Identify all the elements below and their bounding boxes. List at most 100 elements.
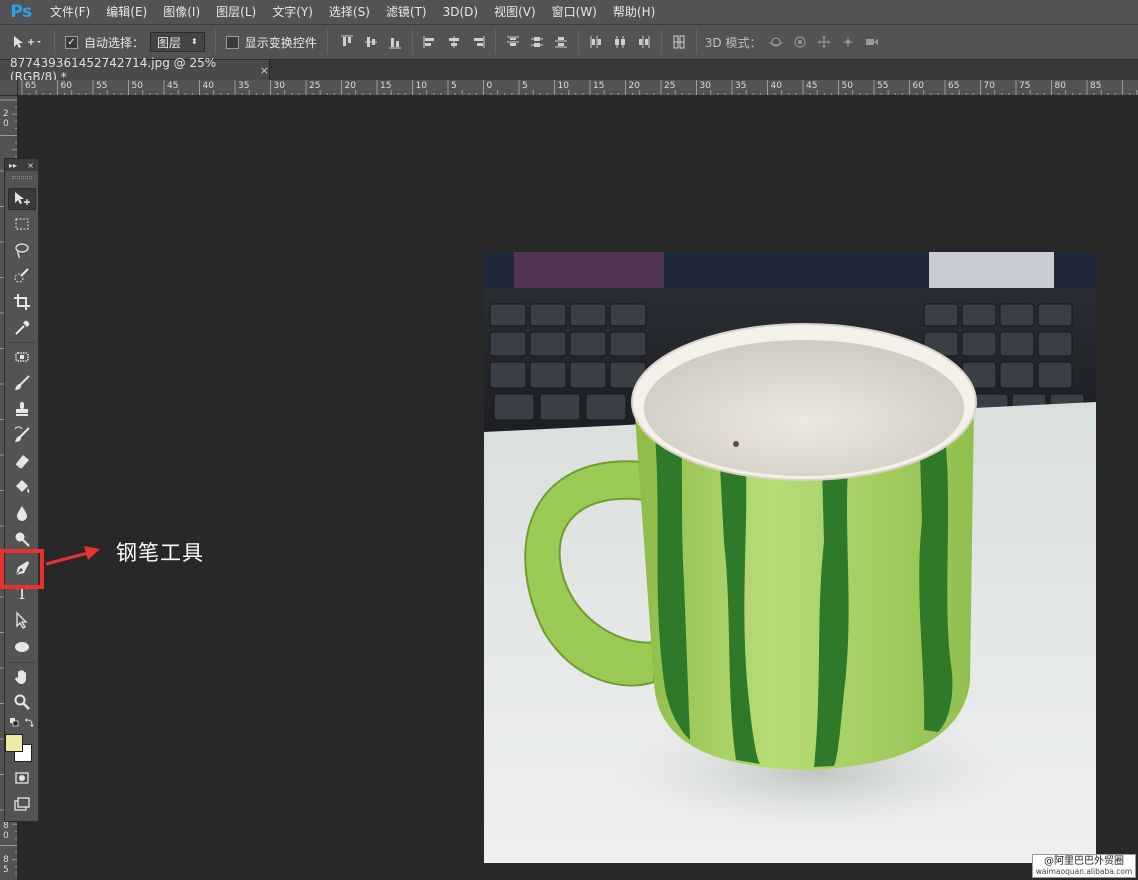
lasso-tool[interactable] [8,239,36,261]
hruler-label: 0 [486,81,493,91]
clone-stamp-tool[interactable] [8,398,36,420]
watermark-cn: @阿里巴巴外贸圈 [1044,856,1124,867]
divider [411,30,413,54]
3d-roll-icon[interactable] [791,33,809,51]
vruler-label: 2 [3,109,9,119]
menu-select[interactable]: 选择(S) [321,0,378,24]
screen-mode[interactable] [8,793,36,815]
quick-selection-tool[interactable] [8,265,36,287]
distribute-left-edges-icon[interactable] [587,33,605,51]
align-top-edges-icon[interactable] [338,33,356,51]
hruler-label: 85 [1090,81,1102,91]
distribute-vertical-centers-icon[interactable] [528,33,546,51]
close-icon[interactable]: × [27,161,34,170]
dodge-tool[interactable] [8,528,36,550]
divider [660,30,662,54]
zoom-tool[interactable] [8,691,36,713]
panel-grip[interactable] [5,171,38,183]
brush-tool[interactable] [8,372,36,394]
vruler-label: 5 [3,865,9,875]
watermelon-mug-photo [484,252,1096,863]
history-brush-tool[interactable] [8,424,36,446]
distribute-horizontal-centers-icon[interactable] [611,33,629,51]
align-horizontal-centers-icon[interactable] [445,33,463,51]
ellipse-tool[interactable] [8,636,36,658]
show-transform-controls-checkbox[interactable] [225,35,239,49]
eraser-tool[interactable] [8,450,36,472]
move-tool-preset-icon[interactable] [10,33,44,51]
menu-help[interactable]: 帮助(H) [605,0,663,24]
menu-window[interactable]: 窗口(W) [544,0,605,24]
auto-select-target-dropdown[interactable]: 图层 ⬍ [150,32,205,52]
healing-brush-tool[interactable] [8,346,36,368]
rectangular-marquee-tool[interactable] [8,213,36,235]
eyedropper-tool[interactable] [8,317,36,339]
quick-select-icon [14,268,29,283]
ruler-origin[interactable] [0,80,18,96]
hruler-label: 5 [451,81,457,91]
distribute-right-edges-icon[interactable] [635,33,653,51]
distribute-top-edges-icon[interactable] [504,33,522,51]
crop-icon [14,294,30,310]
foreground-color-swatch[interactable] [5,734,23,752]
menu-filter[interactable]: 滤镜(T) [378,0,435,24]
auto-select-label: 自动选择： [84,35,145,50]
hruler-label: 75 [1019,81,1031,91]
horizontal-ruler[interactable]: 65 60 55 50 45 40 35 30 25 20 15 10 5 0 5 10 15 20 25 30 35 4… [18,80,1138,96]
divider [494,30,496,54]
align-bottom-edges-icon[interactable] [386,33,404,51]
menu-file[interactable]: 文件(F) [42,0,98,24]
color-controls [9,717,37,729]
hruler-label: 25 [309,81,321,91]
auto-align-layers-icon[interactable] [670,33,688,51]
document-tab[interactable]: 877439361452742714.jpg @ 25%(RGB/8) * × [0,56,270,84]
vruler-label: 8 [3,855,9,865]
history-brush-icon [14,426,30,442]
menu-layer[interactable]: 图层(L) [208,0,264,24]
close-icon[interactable]: × [260,64,269,77]
path-selection-tool[interactable] [8,609,36,631]
blur-tool[interactable] [8,502,36,524]
path-select-icon [16,611,28,629]
options-bar: ✓ 自动选择： 图层 ⬍ 显示变换控件 3D 模式： [0,24,1138,60]
align-left-edges-icon[interactable] [421,33,439,51]
hruler-label: 15 [593,81,605,91]
expand-panel-icon[interactable]: ▸▸ [9,161,17,170]
3d-rotate-icon[interactable] [767,33,785,51]
auto-select-checkbox[interactable]: ✓ [65,35,78,49]
menu-view[interactable]: 视图(V) [486,0,544,24]
move-tool[interactable] [8,188,36,210]
hruler-label: 5 [522,81,528,91]
default-colors-icon[interactable] [9,717,37,729]
hruler-label: 35 [238,81,250,91]
3d-scale-icon[interactable] [863,33,881,51]
hruler-label: 35 [735,81,747,91]
menu-image[interactable]: 图像(I) [155,0,208,24]
hruler-label: 55 [877,81,889,91]
align-vertical-centers-icon[interactable] [362,33,380,51]
paint-bucket-icon [16,480,30,493]
paint-bucket-tool[interactable] [8,476,36,498]
crop-tool[interactable] [8,291,36,313]
distribute-bottom-edges-icon[interactable] [552,33,570,51]
lasso-icon [15,243,29,259]
menu-3d[interactable]: 3D(D) [435,0,486,24]
menu-type[interactable]: 文字(Y) [264,0,321,24]
quick-mask-mode[interactable] [8,767,36,789]
marquee-icon [15,218,29,230]
show-transform-controls-label: 显示变换控件 [244,35,317,50]
eraser-icon [15,455,29,469]
align-right-edges-icon[interactable] [469,33,487,51]
watermark-en: waimaoquan.alibaba.com [1035,867,1133,876]
document-image[interactable] [484,252,1096,863]
3d-pan-icon[interactable] [815,33,833,51]
menu-bar: Ps 文件(F) 编辑(E) 图像(I) 图层(L) 文字(Y) 选择(S) 滤… [0,0,1138,24]
menu-edit[interactable]: 编辑(E) [98,0,155,24]
3d-slide-icon[interactable] [839,33,857,51]
hruler-label: 15 [380,81,392,91]
hand-tool[interactable] [8,666,36,688]
hruler-label: 20 [628,81,640,91]
hruler-label: 40 [202,81,214,91]
tools-panel-header[interactable]: ▸▸ × [5,159,38,171]
vruler-label: 0 [3,831,9,841]
